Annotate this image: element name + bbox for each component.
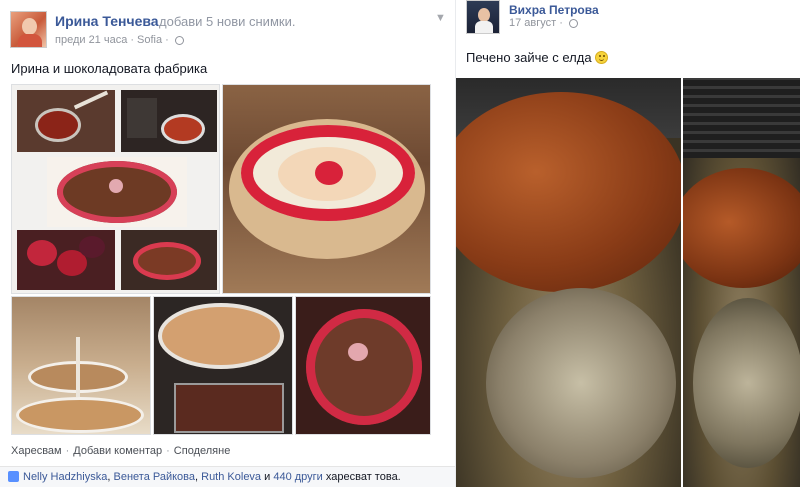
post-vihra: Вихра Петрова 17 август · Печено зайче с … xyxy=(456,0,800,487)
post-actions: Харесвам · Добави коментар · Споделяне xyxy=(11,445,231,457)
likes-summary: Nelly Hadzhiyska, Венета Райкова, Ruth K… xyxy=(0,466,455,487)
chevron-down-icon[interactable]: ▼ xyxy=(435,12,446,24)
post-meta: преди 21 часа · Sofia · xyxy=(55,34,184,46)
author-name[interactable]: Ирина Тенчева xyxy=(55,13,159,29)
post-time[interactable]: 17 август xyxy=(509,17,556,29)
liker-2[interactable]: Венета Райкова xyxy=(114,471,196,483)
post-caption: Ирина и шоколадовата фабрика xyxy=(11,61,208,76)
post-time[interactable]: преди 21 часа xyxy=(55,34,127,46)
share-link[interactable]: Споделяне xyxy=(174,445,231,457)
comment-link[interactable]: Добави коментар xyxy=(73,445,162,457)
liker-3[interactable]: Ruth Koleva xyxy=(201,471,261,483)
author-avatar[interactable] xyxy=(466,0,500,34)
post-location[interactable]: Sofia xyxy=(137,34,162,46)
author-name[interactable]: Вихра Петрова xyxy=(509,3,599,17)
smile-emoji xyxy=(595,51,609,64)
post-action-text: добави 5 нови снимки. xyxy=(159,14,296,29)
thumbs-up-icon xyxy=(8,471,19,482)
likes-suffix: харесват това. xyxy=(325,471,401,483)
post-caption: Печено зайче с елда xyxy=(466,50,609,65)
photo-roast-rabbit-2[interactable] xyxy=(683,78,800,487)
photo-chocolate-tart[interactable] xyxy=(295,296,431,435)
photo-collage-chocolate[interactable] xyxy=(11,84,220,294)
photo-bowl-cream[interactable] xyxy=(153,296,293,435)
like-link[interactable]: Харесвам xyxy=(11,445,62,457)
post-meta: 17 август · xyxy=(509,17,578,29)
liker-1[interactable]: Nelly Hadzhiyska xyxy=(23,471,107,483)
author-avatar[interactable] xyxy=(10,11,47,48)
globe-icon[interactable] xyxy=(174,35,184,45)
photo-cupcakes-stand[interactable] xyxy=(11,296,151,435)
globe-icon[interactable] xyxy=(568,18,578,28)
photo-raspberry-cake[interactable] xyxy=(222,84,431,294)
post-irina: Ирина Тенчева добави 5 нови снимки. пред… xyxy=(0,0,455,487)
photo-roast-rabbit-1[interactable] xyxy=(456,78,681,487)
likers-others[interactable]: 440 други xyxy=(273,471,322,483)
